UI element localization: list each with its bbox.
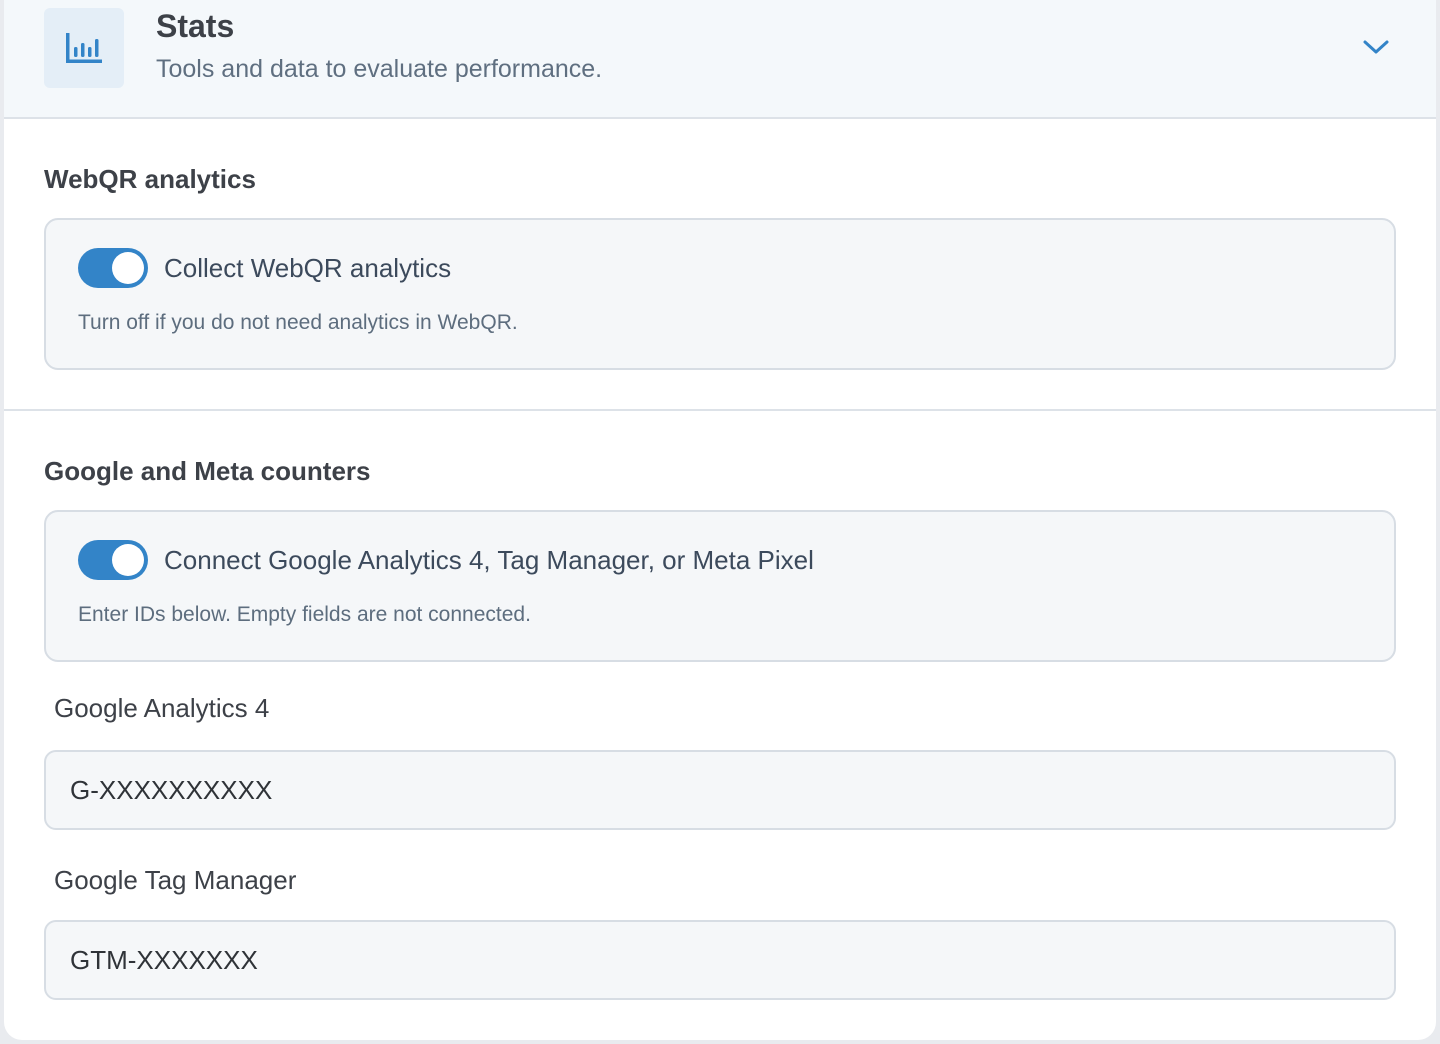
ga4-id-input[interactable] — [44, 750, 1396, 830]
page-title: Stats — [156, 8, 235, 44]
counters-section-heading: Google and Meta counters — [44, 456, 371, 486]
webqr-section-heading: WebQR analytics — [44, 164, 256, 194]
stats-panel: Stats Tools and data to evaluate perform… — [4, 0, 1436, 1040]
counters-toggle-label: Connect Google Analytics 4, Tag Manager,… — [164, 545, 814, 575]
webqr-toggle-label: Collect WebQR analytics — [164, 253, 452, 283]
webqr-analytics-toggle[interactable] — [78, 248, 148, 288]
stats-header[interactable]: Stats Tools and data to evaluate perform… — [4, 0, 1436, 119]
chevron-down-icon[interactable] — [1360, 34, 1392, 60]
gtm-id-input[interactable] — [44, 920, 1396, 1000]
counters-toggle[interactable] — [78, 540, 148, 580]
webqr-toggle-description: Turn off if you do not need analytics in… — [78, 311, 518, 334]
counters-toggle-card: Connect Google Analytics 4, Tag Manager,… — [44, 510, 1396, 662]
bar-chart-icon — [44, 8, 124, 88]
gtm-label: Google Tag Manager — [54, 865, 297, 895]
page-subtitle: Tools and data to evaluate performance. — [156, 55, 603, 83]
counters-toggle-description: Enter IDs below. Empty fields are not co… — [78, 603, 531, 626]
toggle-knob — [112, 544, 144, 576]
section-divider — [4, 409, 1436, 411]
toggle-knob — [112, 252, 144, 284]
ga4-label: Google Analytics 4 — [54, 693, 270, 723]
webqr-toggle-card: Collect WebQR analytics Turn off if you … — [44, 218, 1396, 370]
